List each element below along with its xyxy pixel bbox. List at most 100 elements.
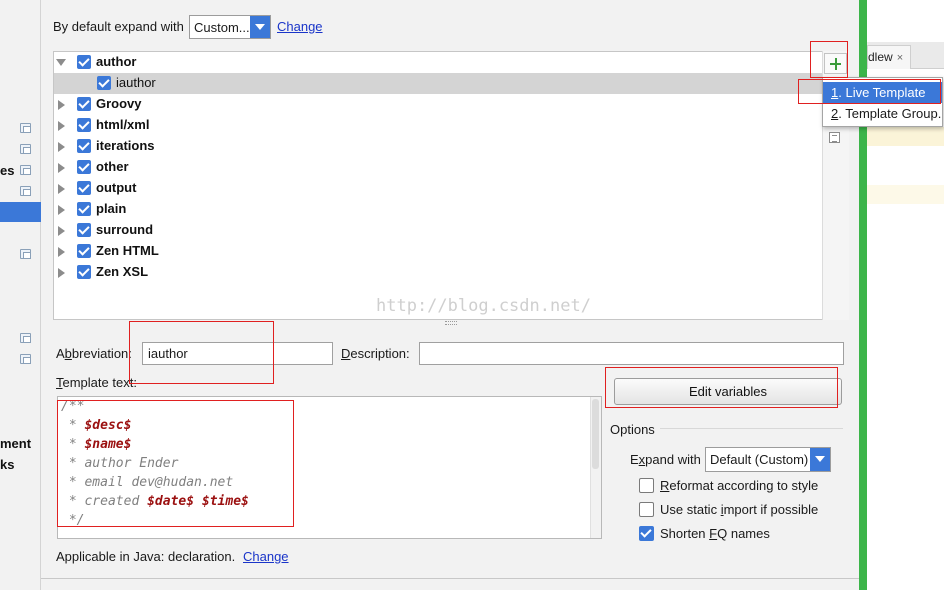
tree-group-plain[interactable]: plain bbox=[54, 199, 822, 220]
close-icon[interactable]: × bbox=[897, 52, 903, 64]
checkbox[interactable] bbox=[77, 223, 91, 237]
expand-arrow-icon[interactable] bbox=[58, 268, 65, 278]
checkbox[interactable] bbox=[77, 118, 91, 132]
code-line: * created $date$ $time$ bbox=[61, 494, 249, 509]
highlighted-line bbox=[867, 185, 944, 204]
expand-arrow-icon[interactable] bbox=[58, 247, 65, 257]
expand-arrow-icon[interactable] bbox=[58, 121, 65, 131]
tree-rows: author iauthor Groovy html/xml iteration… bbox=[54, 52, 822, 319]
divider bbox=[41, 578, 859, 579]
tree-group-label: surround bbox=[96, 222, 154, 237]
edit-variables-button[interactable]: Edit variables bbox=[614, 378, 842, 405]
checkbox[interactable] bbox=[639, 526, 654, 541]
checkbox[interactable] bbox=[77, 160, 91, 174]
copy-icon bbox=[20, 333, 31, 343]
checkbox[interactable] bbox=[77, 55, 91, 69]
expand-arrow-icon[interactable] bbox=[58, 100, 65, 110]
expand-with-value: Custom... bbox=[194, 20, 250, 35]
options-title: Options bbox=[610, 422, 655, 437]
expand-arrow-icon[interactable] bbox=[56, 59, 66, 66]
checkbox[interactable] bbox=[97, 76, 111, 90]
tree-group-label: Zen XSL bbox=[96, 264, 149, 279]
tree-item-label: iauthor bbox=[116, 75, 156, 90]
tree-group-label: html/xml bbox=[96, 117, 150, 132]
expand-arrow-icon[interactable] bbox=[58, 226, 65, 236]
copy-icon bbox=[20, 144, 31, 154]
code-line: * $desc$ bbox=[61, 418, 132, 433]
tree-group-label: iterations bbox=[96, 138, 155, 153]
chevron-down-icon[interactable] bbox=[250, 16, 270, 38]
copy-icon bbox=[20, 165, 31, 175]
checkbox[interactable] bbox=[639, 478, 654, 493]
watermark: http://blog.csdn.net/ bbox=[376, 296, 591, 316]
tree-group-label: plain bbox=[96, 201, 127, 216]
expand-arrow-icon[interactable] bbox=[58, 142, 65, 152]
static-import-checkbox[interactable] bbox=[639, 502, 654, 517]
chevron-down-icon[interactable] bbox=[810, 448, 830, 471]
checkbox[interactable] bbox=[639, 502, 654, 517]
code-line: * email dev@hudan.net bbox=[61, 475, 234, 490]
abbreviation-input[interactable]: iauthor bbox=[142, 342, 333, 365]
change-link[interactable]: Change bbox=[277, 19, 323, 34]
expand-arrow-icon[interactable] bbox=[58, 184, 65, 194]
reformat-checkbox[interactable] bbox=[639, 478, 654, 493]
tree-group-label: output bbox=[96, 180, 137, 195]
code-line: /** bbox=[61, 399, 85, 414]
expand-arrow-icon[interactable] bbox=[58, 205, 65, 215]
checkbox[interactable] bbox=[77, 244, 91, 258]
expand-with-select[interactable]: Custom... bbox=[189, 15, 271, 39]
sidebar-item-label[interactable]: ment bbox=[0, 436, 31, 451]
tree-group-label: Zen HTML bbox=[96, 243, 159, 258]
tree-group-label: author bbox=[96, 54, 137, 69]
static-import-label: Use static import if possible bbox=[660, 502, 819, 517]
sidebar-item-label[interactable]: ks bbox=[0, 457, 14, 472]
copy-icon bbox=[20, 186, 31, 196]
tree-group-iterations[interactable]: iterations bbox=[54, 136, 822, 157]
document-icon[interactable] bbox=[829, 132, 840, 143]
menu-item-live-template[interactable]: 1. Live Template bbox=[823, 82, 942, 103]
tree-group-html-xml[interactable]: html/xml bbox=[54, 115, 822, 136]
checkbox[interactable] bbox=[77, 97, 91, 111]
code-line: * $name$ bbox=[61, 437, 132, 452]
splitter-handle[interactable] bbox=[445, 321, 457, 325]
expand-with-label: By default expand with bbox=[53, 19, 184, 34]
expand-arrow-icon[interactable] bbox=[58, 163, 65, 173]
checkbox[interactable] bbox=[77, 139, 91, 153]
divider bbox=[660, 428, 843, 429]
highlighted-line bbox=[867, 127, 944, 146]
change-context-link[interactable]: Change bbox=[243, 549, 289, 564]
code-line: */ bbox=[61, 513, 85, 528]
sidebar-item-label[interactable]: es bbox=[0, 163, 14, 178]
shorten-fq-label: Shorten FQ names bbox=[660, 526, 770, 541]
menu-item-template-group[interactable]: 2. Template Group... bbox=[823, 103, 942, 124]
template-text-editor[interactable]: /** * $desc$ * $name$ * author Ender * e… bbox=[57, 396, 602, 539]
sidebar-item-selected[interactable] bbox=[0, 202, 41, 222]
applicable-context: Applicable in Java: declaration. bbox=[56, 549, 236, 564]
expand-with-select[interactable]: Default (Custom) bbox=[705, 447, 831, 472]
expand-with-label: Expand with bbox=[630, 452, 701, 467]
settings-sidebar: es ment ks bbox=[0, 0, 41, 590]
reformat-label: Reformat according to style bbox=[660, 478, 819, 493]
tree-group-zen-html[interactable]: Zen HTML bbox=[54, 241, 822, 262]
tree-group-surround[interactable]: surround bbox=[54, 220, 822, 241]
tree-group-label: other bbox=[96, 159, 129, 174]
tree-group-author[interactable]: author bbox=[54, 52, 822, 73]
checkbox[interactable] bbox=[77, 202, 91, 216]
checkbox[interactable] bbox=[77, 181, 91, 195]
plus-icon[interactable] bbox=[824, 53, 847, 74]
description-input[interactable] bbox=[419, 342, 844, 365]
menu-item-label: . Template Group... bbox=[838, 106, 942, 121]
tree-item-iauthor[interactable]: iauthor bbox=[54, 73, 822, 94]
editor-tab[interactable]: dlew × bbox=[867, 45, 911, 69]
copy-icon bbox=[20, 249, 31, 259]
checkbox[interactable] bbox=[77, 265, 91, 279]
template-text-label: Template text: bbox=[56, 375, 137, 390]
tree-group-zen-xsl[interactable]: Zen XSL bbox=[54, 262, 822, 283]
copy-icon bbox=[20, 354, 31, 364]
tree-group-output[interactable]: output bbox=[54, 178, 822, 199]
shorten-fq-checkbox[interactable] bbox=[639, 526, 654, 541]
tree-group-groovy[interactable]: Groovy bbox=[54, 94, 822, 115]
tree-group-other[interactable]: other bbox=[54, 157, 822, 178]
scrollbar-thumb[interactable] bbox=[592, 399, 599, 469]
description-label: Description: bbox=[341, 346, 410, 361]
